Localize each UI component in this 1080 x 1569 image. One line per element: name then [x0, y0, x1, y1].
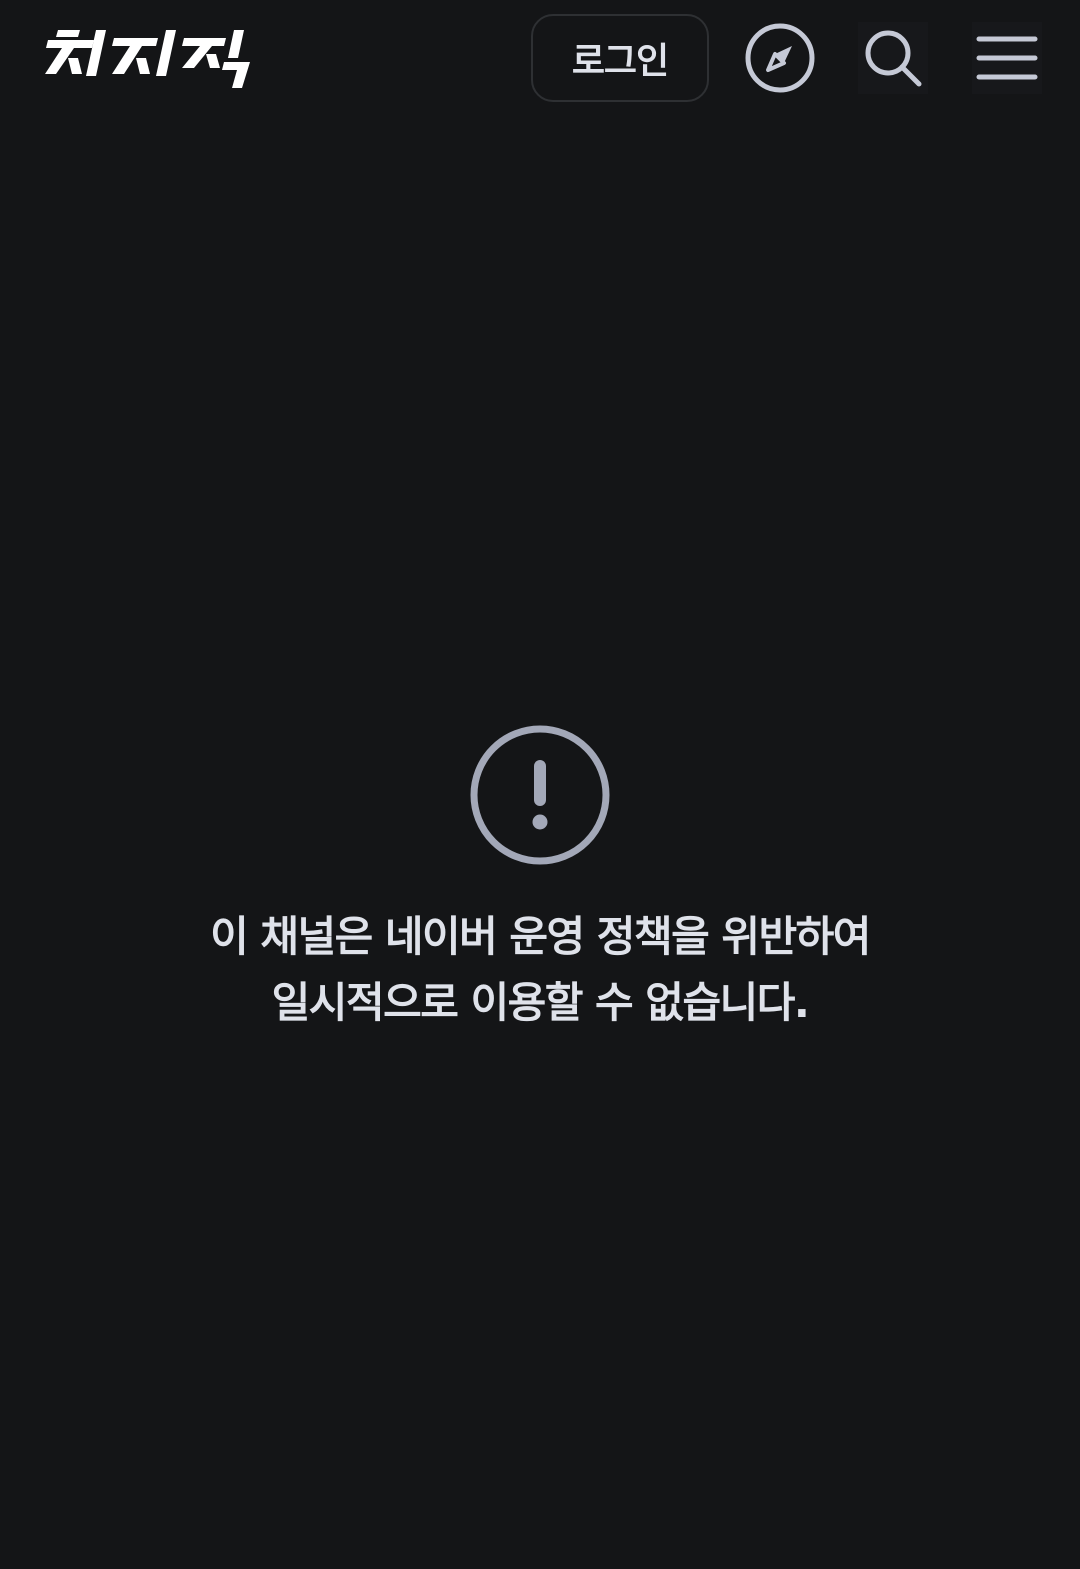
search-icon: [865, 30, 922, 87]
search-button[interactable]: [858, 22, 928, 94]
chzzk-logo-mark: [45, 30, 250, 88]
chzzk-logo[interactable]: [44, 24, 252, 92]
login-button[interactable]: 로그인: [531, 14, 709, 102]
compass-icon: [745, 23, 815, 93]
top-header: 로그인: [0, 0, 1080, 118]
hamburger-menu-icon: [976, 36, 1038, 80]
menu-button[interactable]: [972, 22, 1042, 94]
exclamation-circle-icon: [470, 725, 610, 865]
restriction-message: 이 채널은 네이버 운영 정책을 위반하여 일시적으로 이용할 수 없습니다.: [0, 904, 1080, 1036]
restriction-message-line1: 이 채널은 네이버 운영 정책을 위반하여: [210, 912, 871, 961]
restriction-message-line2: 일시적으로 이용할 수 없습니다.: [271, 978, 810, 1027]
explore-button[interactable]: [745, 22, 815, 94]
channel-restricted-notice: 이 채널은 네이버 운영 정책을 위반하여 일시적으로 이용할 수 없습니다.: [0, 724, 1080, 1036]
